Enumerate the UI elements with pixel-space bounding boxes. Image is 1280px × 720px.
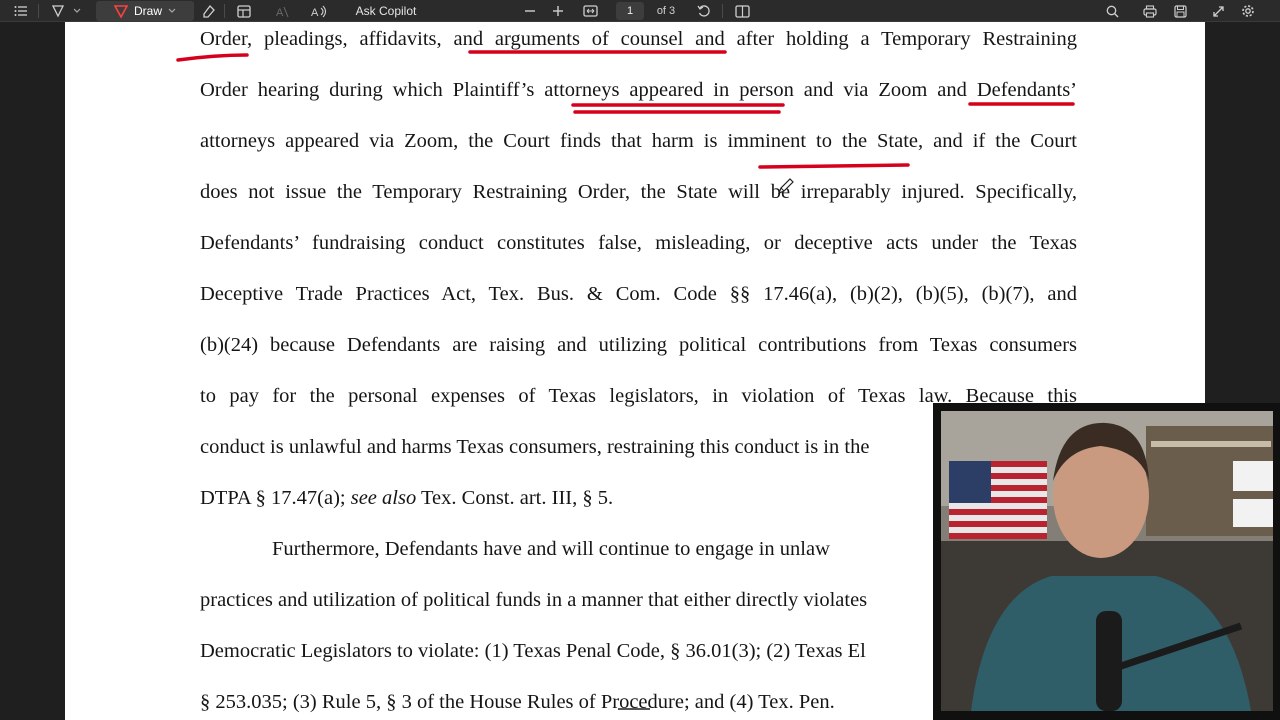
pdf-toolbar: Draw A A Ask Copilot 1 of 3: [0, 0, 1280, 22]
document-line: Defendants’ fundraising conduct constitu…: [200, 232, 1077, 254]
zoom-out-icon[interactable]: [520, 0, 540, 22]
layout-icon[interactable]: [234, 0, 254, 22]
page-number-input[interactable]: 1: [616, 2, 644, 20]
webcam-video: [941, 411, 1273, 711]
draw-label: Draw: [133, 4, 162, 18]
zoom-in-icon[interactable]: [548, 0, 568, 22]
contents-icon[interactable]: [10, 0, 32, 22]
svg-text:A: A: [276, 7, 284, 18]
toolbar-divider: [224, 4, 225, 18]
highlight-icon[interactable]: [48, 0, 68, 22]
toolbar-divider: [722, 4, 723, 18]
ink-underline: [176, 53, 249, 62]
svg-text:A: A: [311, 7, 319, 18]
chevron-down-icon: [168, 8, 176, 14]
expand-icon[interactable]: [1208, 0, 1228, 22]
search-icon[interactable]: [1102, 0, 1122, 22]
page-number-value: 1: [626, 5, 634, 17]
settings-icon[interactable]: [1238, 0, 1258, 22]
print-icon[interactable]: [1140, 0, 1160, 22]
page-count: of 3: [656, 5, 676, 17]
ink-underline: [758, 163, 910, 169]
dtpa-text: DTPA § 17.47(a);: [200, 487, 351, 509]
two-page-icon[interactable]: [732, 0, 752, 22]
pen-cursor-icon: [777, 177, 795, 200]
document-line: Order hearing during which Plaintiff’s a…: [200, 79, 1077, 101]
see-also-text: see also: [350, 487, 417, 509]
microphone-icon: [1096, 611, 1122, 711]
ask-copilot-label: Ask Copilot: [355, 4, 417, 18]
document-line: Deceptive Trade Practices Act, Tex. Bus.…: [200, 283, 1077, 305]
eraser-icon[interactable]: [198, 0, 218, 22]
draw-button[interactable]: Draw: [96, 1, 194, 21]
ask-copilot-button[interactable]: Ask Copilot: [346, 0, 426, 22]
flag-icon: [949, 461, 1047, 539]
pen-icon: [113, 4, 128, 18]
document-line: attorneys appeared via Zoom, the Court f…: [200, 130, 1077, 152]
chevron-down-icon[interactable]: [70, 0, 84, 22]
dtpa-text-end: Tex. Const. art. III, § 5.: [416, 487, 614, 509]
document-line: Order, pleadings, affidavits, and argume…: [200, 28, 1077, 50]
document-line: does not issue the Temporary Restraining…: [200, 181, 1077, 203]
fit-page-icon[interactable]: [580, 0, 600, 22]
webcam-overlay: [933, 403, 1280, 720]
save-icon[interactable]: [1170, 0, 1190, 22]
text-icon[interactable]: A: [272, 0, 292, 22]
read-aloud-icon[interactable]: A: [308, 0, 332, 22]
document-line: (b)(24) because Defendants are raising a…: [200, 334, 1077, 356]
rotate-icon[interactable]: [694, 0, 714, 22]
toolbar-divider: [38, 4, 39, 18]
